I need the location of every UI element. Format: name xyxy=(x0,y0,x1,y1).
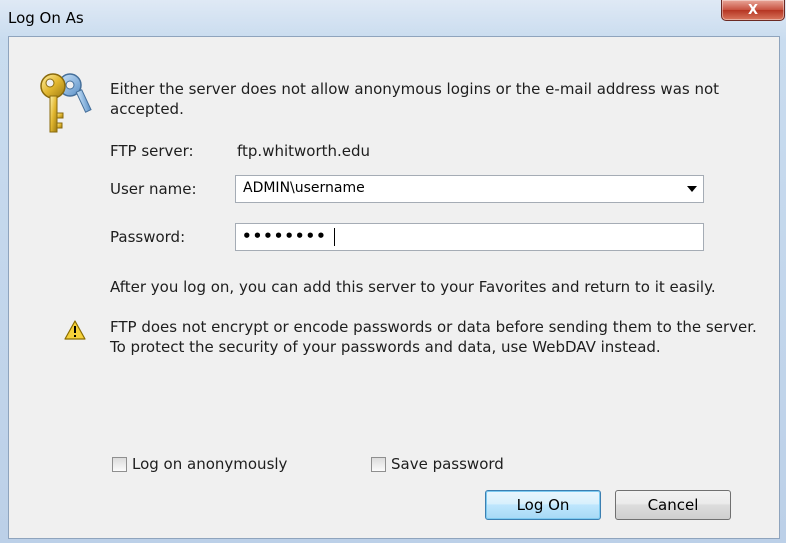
window-title: Log On As xyxy=(8,9,84,27)
log-on-anonymously-label: Log on anonymously xyxy=(132,455,288,473)
favorites-note: After you log on, you can add this serve… xyxy=(110,278,716,296)
log-on-as-dialog: Log On As X Either the server does not a… xyxy=(0,0,786,543)
cancel-button[interactable]: Cancel xyxy=(615,490,731,520)
save-password-label: Save password xyxy=(391,455,504,473)
close-icon: X xyxy=(747,2,759,18)
user-name-value: ADMIN\username xyxy=(243,180,365,196)
save-password-checkbox[interactable]: Save password xyxy=(371,455,504,473)
checkbox-box[interactable] xyxy=(371,456,386,472)
log-on-anonymously-checkbox[interactable]: Log on anonymously xyxy=(112,455,287,473)
user-name-combobox[interactable]: ADMIN\username xyxy=(235,175,704,203)
title-bar[interactable]: Log On As X xyxy=(0,0,786,36)
error-message: Either the server does not allow anonymo… xyxy=(110,80,720,118)
ftp-server-value: ftp.whitworth.edu xyxy=(237,142,371,160)
ftp-server-label: FTP server: xyxy=(110,142,194,160)
security-warning: FTP does not encrypt or encode passwords… xyxy=(110,318,757,356)
warning-icon xyxy=(64,320,86,340)
password-value: •••••••• xyxy=(242,227,327,245)
text-caret xyxy=(334,228,335,246)
password-label: Password: xyxy=(110,228,186,246)
chevron-down-icon[interactable] xyxy=(687,186,697,192)
password-input[interactable]: •••••••• xyxy=(235,223,704,251)
key-icon xyxy=(40,73,92,133)
close-button[interactable]: X xyxy=(721,0,785,21)
log-on-button[interactable]: Log On xyxy=(485,490,601,520)
checkbox-box[interactable] xyxy=(112,456,127,472)
dialog-body: Either the server does not allow anonymo… xyxy=(8,36,780,539)
user-name-label: User name: xyxy=(110,180,197,198)
